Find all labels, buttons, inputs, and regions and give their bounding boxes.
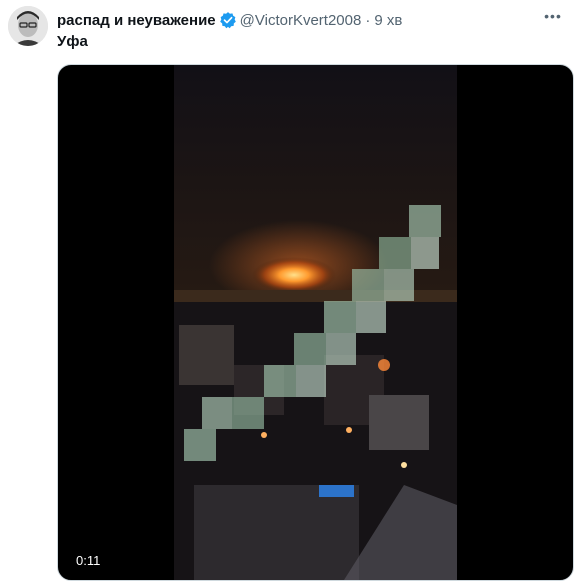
more-dots-icon[interactable]: ••• xyxy=(542,9,564,31)
post-time[interactable]: 9 хв xyxy=(374,12,402,29)
verified-badge-icon xyxy=(219,12,236,29)
avatar-image xyxy=(8,6,48,46)
separator-dot: · xyxy=(365,11,371,29)
video-duration: 0:11 xyxy=(70,551,107,570)
video-frame xyxy=(174,65,457,580)
video-player[interactable]: 0:11 xyxy=(57,64,574,581)
tweet-text: Уфа xyxy=(57,33,88,50)
display-name[interactable]: распад и неуважение xyxy=(57,12,216,29)
tweet-header: распад и неуважение @VictorKvert2008 · 9… xyxy=(57,9,564,31)
tweet: распад и неуважение @VictorKvert2008 · 9… xyxy=(0,0,580,587)
user-handle[interactable]: @VictorKvert2008 xyxy=(240,12,362,29)
avatar[interactable] xyxy=(8,6,48,46)
